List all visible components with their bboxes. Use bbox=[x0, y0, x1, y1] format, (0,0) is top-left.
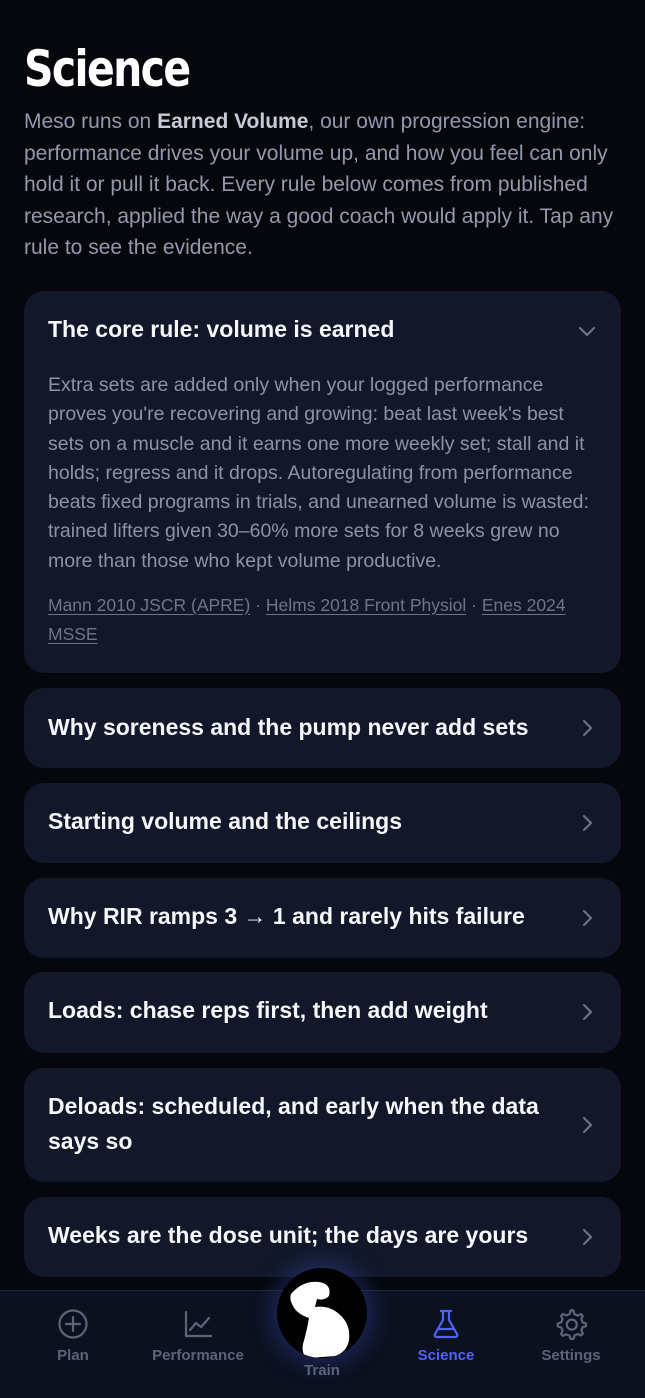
intro-bold: Earned Volume bbox=[157, 110, 309, 133]
intro-prefix: Meso runs on bbox=[24, 110, 158, 133]
ref-separator: · bbox=[471, 595, 477, 615]
line-chart-icon bbox=[181, 1307, 215, 1341]
nav-label: Performance bbox=[152, 1347, 244, 1364]
rule-card-core[interactable]: The core rule: volume is earned Extra se… bbox=[24, 291, 621, 673]
nav-label: Settings bbox=[541, 1347, 601, 1364]
references: Mann 2010 JSCR (APRE) · Helms 2018 Front… bbox=[48, 591, 596, 648]
chevron-down-icon[interactable] bbox=[575, 319, 599, 343]
nav-label: Plan bbox=[57, 1347, 89, 1364]
intro-text: Meso runs on Earned Volume, our own prog… bbox=[24, 106, 624, 264]
rule-title: Weeks are the dose unit; the days are yo… bbox=[48, 1222, 529, 1248]
rule-title: Why soreness and the pump never add sets bbox=[48, 714, 529, 740]
reference-link[interactable]: Helms 2018 Front Physiol bbox=[266, 595, 466, 615]
nav-item-settings[interactable]: Settings bbox=[516, 1307, 626, 1364]
rule-card[interactable]: Starting volume and the ceilings bbox=[24, 783, 621, 863]
science-screen: Science Meso runs on Earned Volume, our … bbox=[0, 0, 645, 1398]
train-button[interactable] bbox=[277, 1268, 367, 1358]
chevron-right-icon bbox=[575, 716, 599, 740]
page-title: Science bbox=[24, 40, 191, 98]
nav-item-science[interactable]: Science bbox=[391, 1307, 501, 1364]
chevron-right-icon bbox=[575, 811, 599, 835]
rule-title: Why RIR ramps 3 → 1 and rarely hits fail… bbox=[48, 903, 525, 929]
rule-title: Loads: chase reps first, then add weight bbox=[48, 997, 488, 1023]
flexed-arm-icon bbox=[277, 1268, 367, 1358]
rule-card[interactable]: Weeks are the dose unit; the days are yo… bbox=[24, 1197, 621, 1277]
rule-card[interactable]: Why RIR ramps 3 → 1 and rarely hits fail… bbox=[24, 878, 621, 958]
nav-item-performance[interactable]: Performance bbox=[143, 1307, 253, 1364]
ref-separator: · bbox=[255, 595, 262, 615]
chevron-right-icon bbox=[575, 906, 599, 930]
chevron-right-icon bbox=[575, 1113, 599, 1137]
chevron-right-icon bbox=[575, 1000, 599, 1024]
plus-circle-icon bbox=[56, 1307, 90, 1341]
nav-label: Science bbox=[417, 1347, 475, 1364]
rule-body: Extra sets are added only when your logg… bbox=[48, 374, 589, 572]
rule-card[interactable]: Deloads: scheduled, and early when the d… bbox=[24, 1068, 621, 1182]
nav-item-plan[interactable]: Plan bbox=[18, 1307, 128, 1364]
rule-card[interactable]: Loads: chase reps first, then add weight bbox=[24, 972, 621, 1053]
flask-icon bbox=[429, 1307, 463, 1341]
rule-title: The core rule: volume is earned bbox=[48, 316, 395, 342]
nav-label-train: Train bbox=[304, 1362, 340, 1379]
rule-title: Starting volume and the ceilings bbox=[48, 808, 403, 834]
gear-icon bbox=[554, 1307, 588, 1341]
chevron-right-icon bbox=[575, 1225, 599, 1249]
rule-title: Deloads: scheduled, and early when the d… bbox=[48, 1093, 539, 1154]
reference-link[interactable]: Mann 2010 JSCR (APRE) bbox=[48, 595, 250, 615]
rule-card[interactable]: Why soreness and the pump never add sets bbox=[24, 688, 621, 768]
